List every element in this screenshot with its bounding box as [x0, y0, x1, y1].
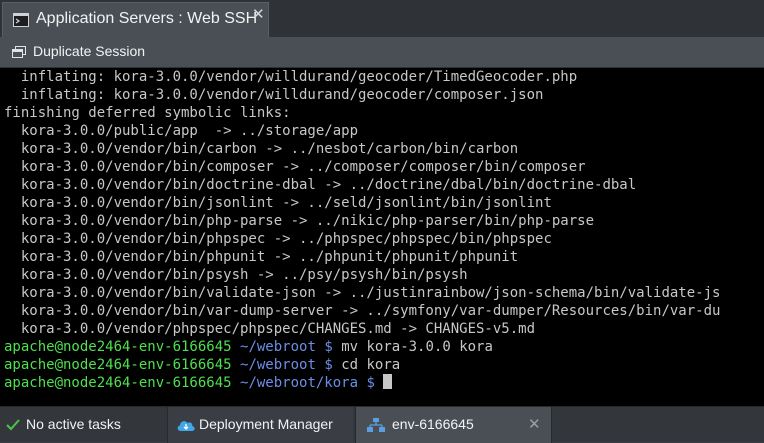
task-status[interactable]: No active tasks	[0, 407, 165, 443]
env-label: env-6166645	[392, 416, 474, 432]
prompt-symbol: $	[324, 357, 333, 373]
prompt-user: apache@node2464-env-6166645	[4, 339, 232, 355]
terminal-output-line: kora-3.0.0/public/app -> ../storage/app	[4, 123, 359, 139]
deployment-manager-label: Deployment Manager	[199, 416, 333, 432]
prompt-path: ~/webroot/kora	[240, 375, 359, 391]
prompt-symbol: $	[366, 375, 375, 391]
terminal-output-line: kora-3.0.0/vendor/bin/php-parse -> ../ni…	[4, 213, 595, 229]
terminal-output-line: kora-3.0.0/vendor/bin/composer -> ../com…	[4, 159, 586, 175]
prompt-user: apache@node2464-env-6166645	[4, 375, 232, 391]
terminal-prompt-line: apache@node2464-env-6166645 ~/webroot/ko…	[4, 374, 393, 392]
terminal[interactable]: inflating: kora-3.0.0/vendor/willdurand/…	[0, 68, 764, 406]
terminal-prompt-line: apache@node2464-env-6166645 ~/webroot $ …	[4, 338, 493, 356]
close-icon[interactable]: ✕	[252, 7, 265, 23]
prompt-symbol: $	[324, 339, 333, 355]
terminal-output-line: kora-3.0.0/vendor/bin/phpunit -> ../phpu…	[4, 249, 519, 265]
terminal-output-line: inflating: kora-3.0.0/vendor/willdurand/…	[4, 69, 578, 85]
terminal-output-line: kora-3.0.0/vendor/bin/validate-json -> .…	[4, 285, 721, 301]
terminal-output-line: kora-3.0.0/vendor/bin/doctrine-dbal -> .…	[4, 177, 637, 193]
terminal-output-line: kora-3.0.0/vendor/bin/psysh -> ../psy/ps…	[4, 267, 468, 283]
taskbar: No active tasks Deployment Manager env-6…	[0, 406, 764, 443]
cloud-icon	[177, 421, 195, 431]
terminal-output-line: kora-3.0.0/vendor/bin/phpspec -> ../phps…	[4, 231, 552, 247]
tab-strip: Application Servers : Web SSH ✕	[0, 0, 764, 37]
duplicate-icon	[12, 46, 26, 58]
terminal-icon	[13, 13, 29, 27]
terminal-prompt-line: apache@node2464-env-6166645 ~/webroot $ …	[4, 356, 400, 374]
env-tab[interactable]: env-6166645 ✕	[355, 407, 552, 443]
terminal-cursor	[383, 374, 393, 389]
terminal-output-line: kora-3.0.0/vendor/bin/carbon -> ../nesbo…	[4, 141, 519, 157]
environment-icon	[367, 418, 385, 432]
prompt-command: cd kora	[341, 357, 401, 373]
duplicate-session-label: Duplicate Session	[33, 43, 146, 59]
prompt-path: ~/webroot	[240, 339, 316, 355]
terminal-output-line: kora-3.0.0/vendor/bin/jsonlint -> ../sel…	[4, 195, 552, 211]
checkmark-icon	[6, 419, 20, 431]
terminal-output-line: finishing deferred symbolic links:	[4, 105, 291, 121]
terminal-output-line: kora-3.0.0/vendor/bin/var-dump-server ->…	[4, 303, 721, 319]
prompt-command: mv kora-3.0.0 kora	[341, 339, 493, 355]
tab-title: Application Servers : Web SSH	[36, 10, 258, 27]
prompt-path: ~/webroot	[240, 357, 316, 373]
tab-web-ssh[interactable]: Application Servers : Web SSH ✕	[2, 2, 269, 37]
deployment-manager-button[interactable]: Deployment Manager	[167, 407, 353, 443]
toolbar: Duplicate Session	[0, 37, 764, 68]
close-icon[interactable]: ✕	[528, 415, 541, 433]
terminal-output-line: inflating: kora-3.0.0/vendor/willdurand/…	[4, 87, 544, 103]
terminal-output-line: kora-3.0.0/vendor/phpspec/phpspec/CHANGE…	[4, 321, 536, 337]
task-status-label: No active tasks	[26, 416, 121, 432]
prompt-user: apache@node2464-env-6166645	[4, 357, 232, 373]
